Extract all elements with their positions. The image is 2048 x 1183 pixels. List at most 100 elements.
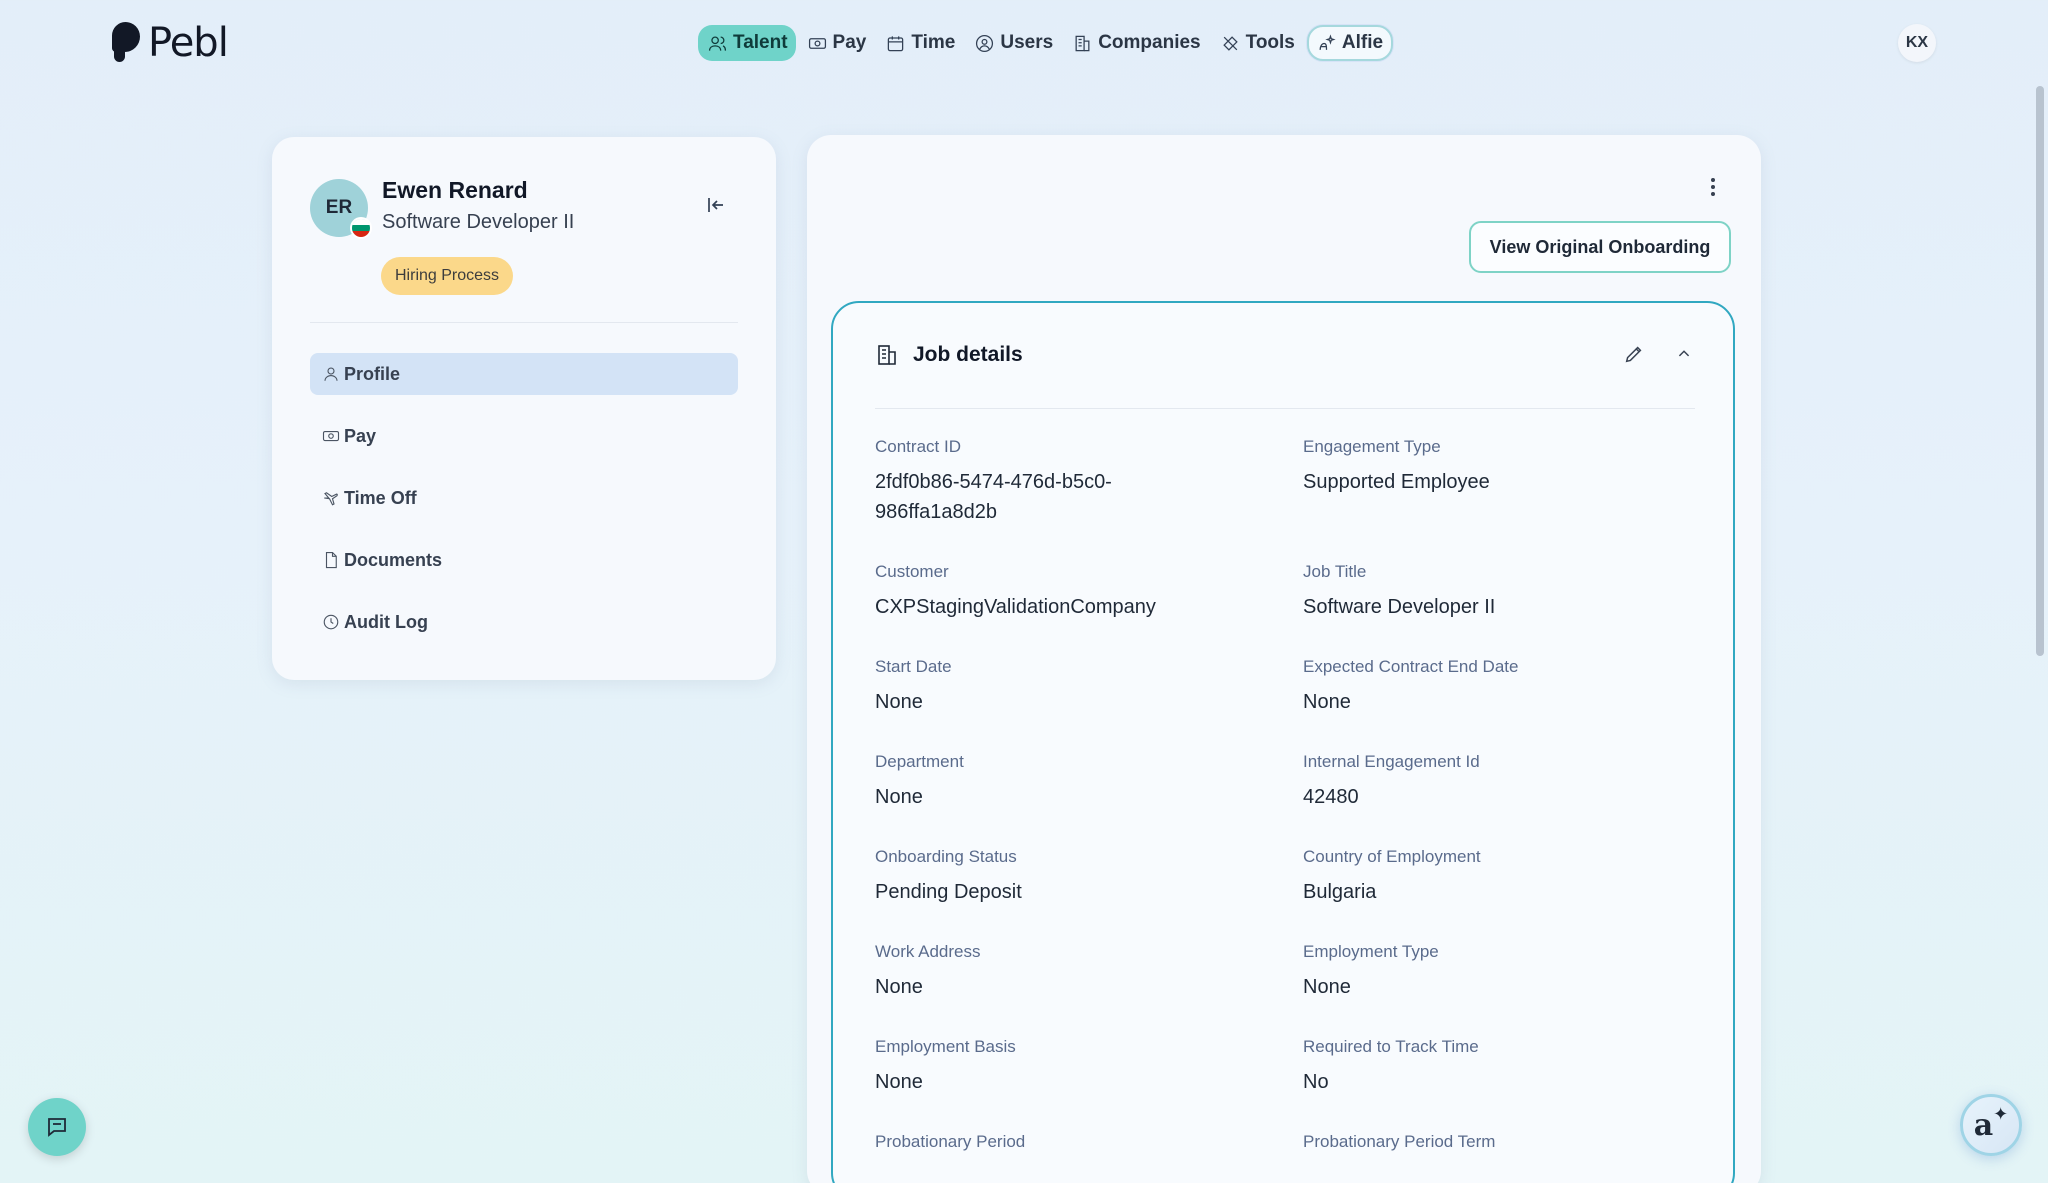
bulgaria-flag-icon [350, 217, 372, 239]
field-start-date: Start Date None [875, 657, 1303, 752]
calendar-icon [888, 35, 904, 51]
pebl-logo[interactable]: Pebl [112, 20, 229, 66]
nav-label: Companies [1098, 32, 1201, 53]
section-title: Job details [913, 343, 1023, 366]
profile-job-title: Software Developer II [382, 211, 575, 233]
sidebar-item-label: Time Off [344, 487, 417, 508]
nav-item-time[interactable]: Time [878, 25, 963, 61]
field-label: Country of Employment [1303, 847, 1481, 866]
chat-button[interactable] [28, 1098, 86, 1156]
alfie-icon: a✦ [1973, 1103, 2009, 1143]
job-details-card: Job details Contract ID 2fdf0b86-5474-47… [831, 301, 1735, 1183]
field-label: Job Title [1303, 562, 1367, 581]
profile-name: Ewen Renard [382, 177, 528, 203]
chat-icon [48, 1118, 66, 1137]
field-employment-basis: Employment Basis None [875, 1037, 1303, 1132]
field-value: None [1303, 976, 1351, 998]
field-country-of-employment: Country of Employment Bulgaria [1303, 847, 1695, 942]
divider [875, 408, 1695, 409]
field-value: 42480 [1303, 786, 1359, 808]
building-icon [878, 345, 896, 365]
sidebar-item-documents[interactable]: Documents [310, 539, 738, 581]
money-icon [322, 430, 340, 442]
field-work-address: Work Address None [875, 942, 1303, 1037]
sidebar-item-pay[interactable]: Pay [310, 415, 738, 457]
field-value: CXPStagingValidationCompany [875, 596, 1156, 618]
field-value: None [875, 976, 923, 998]
field-label: Work Address [875, 942, 981, 961]
field-customer: Customer CXPStagingValidationCompany [875, 562, 1303, 657]
sidebar-item-label: Documents [344, 549, 443, 570]
nav-item-alfie[interactable]: Alfie [1306, 25, 1394, 61]
field-value: None [875, 786, 923, 808]
field-label: Engagement Type [1303, 437, 1441, 456]
field-label: Probationary Period Term [1303, 1132, 1496, 1151]
building-icon [1075, 35, 1090, 51]
nav-item-pay[interactable]: Pay [800, 25, 875, 61]
users-icon [708, 36, 727, 51]
sidebar-item-label: Profile [344, 363, 401, 384]
user-avatar[interactable]: KX [1898, 24, 1936, 62]
nav-label: Alfie [1341, 32, 1384, 53]
pencil-icon [1625, 346, 1642, 363]
main-nav: Talent Pay Time Users Companies Tools Al… [698, 23, 1394, 63]
nav-label: Time [911, 32, 956, 53]
top-navigation-bar: Pebl Talent Pay Time Users Companies Too… [0, 0, 2048, 86]
field-expected-contract-end-date: Expected Contract End Date None [1303, 657, 1695, 752]
nav-item-talent[interactable]: Talent [698, 25, 796, 61]
sidebar-item-label: Audit Log [344, 611, 428, 632]
collapse-sidebar-button[interactable] [704, 193, 728, 217]
nav-item-companies[interactable]: Companies [1065, 25, 1208, 61]
field-value: Bulgaria [1303, 881, 1377, 903]
job-details-fields: Contract ID 2fdf0b86-5474-476d-b5c0- 986… [875, 437, 1695, 1183]
nav-item-users[interactable]: Users [967, 25, 1061, 61]
field-contract-id: Contract ID 2fdf0b86-5474-476d-b5c0- 986… [875, 437, 1303, 562]
field-label: Employment Basis [875, 1037, 1016, 1056]
view-original-onboarding-button[interactable]: View Original Onboarding [1469, 221, 1731, 273]
field-engagement-type: Engagement Type Supported Employee [1303, 437, 1695, 562]
person-icon [324, 367, 338, 381]
field-label: Employment Type [1303, 942, 1439, 961]
clock-icon [323, 614, 339, 630]
sidebar-item-profile[interactable]: Profile [310, 353, 738, 395]
profile-card: ER Ewen Renard Software Developer II Hir… [272, 137, 776, 680]
field-probationary-period-term: Probationary Period Term [1303, 1132, 1695, 1183]
user-circle-icon [976, 34, 994, 52]
alfie-assistant-button[interactable]: a✦ [1960, 1094, 2022, 1156]
nav-label: Users [1000, 32, 1054, 53]
alfie-icon [1319, 33, 1336, 50]
field-value: None [875, 1071, 923, 1093]
field-value: None [1303, 691, 1351, 713]
field-label: Probationary Period [875, 1132, 1026, 1151]
collapse-section-button[interactable] [1673, 343, 1697, 367]
brand-name: Pebl [148, 20, 229, 66]
field-internal-engagement-id: Internal Engagement Id 42480 [1303, 752, 1695, 847]
field-required-to-track-time: Required to Track Time No [1303, 1037, 1695, 1132]
scrollbar[interactable] [2036, 86, 2044, 656]
status-badge: Hiring Process [381, 257, 514, 295]
collapse-left-icon [708, 198, 723, 212]
field-value: No [1303, 1071, 1329, 1093]
field-label: Internal Engagement Id [1303, 752, 1480, 771]
main-content-card: View Original Onboarding Job details Con… [807, 135, 1761, 1183]
field-employment-type: Employment Type None [1303, 942, 1695, 1037]
plane-icon [324, 492, 338, 506]
field-value: 2fdf0b86-5474-476d-b5c0- 986ffa1a8d2b [875, 471, 1112, 523]
field-value: None [875, 691, 923, 713]
divider [310, 322, 738, 323]
field-label: Department [875, 752, 964, 771]
field-department: Department None [875, 752, 1303, 847]
pebl-logo-mark-icon [112, 22, 142, 64]
field-job-title: Job Title Software Developer II [1303, 562, 1695, 657]
nav-label: Talent [733, 32, 788, 53]
field-label: Expected Contract End Date [1303, 657, 1519, 676]
sidebar-item-audit-log[interactable]: Audit Log [310, 601, 738, 643]
more-options-icon[interactable] [1701, 175, 1725, 199]
sidebar-item-time-off[interactable]: Time Off [310, 477, 738, 519]
nav-item-tools[interactable]: Tools [1213, 25, 1303, 61]
nav-label: Tools [1245, 32, 1295, 53]
field-probationary-period: Probationary Period [875, 1132, 1303, 1183]
nav-label: Pay [832, 32, 867, 53]
field-label: Start Date [875, 657, 952, 676]
edit-button[interactable] [1623, 343, 1647, 367]
